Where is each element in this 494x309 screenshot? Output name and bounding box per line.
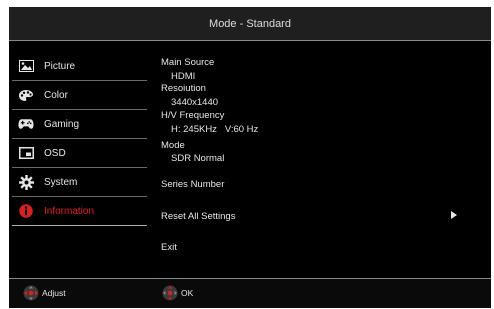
menu-item-label: System <box>44 176 78 188</box>
osd-footer: Adjust OK <box>9 278 491 308</box>
menu-item-system[interactable]: System <box>12 168 147 197</box>
menu-item-label: Color <box>44 89 68 101</box>
mode-label: Mode <box>161 140 185 151</box>
reset-all-settings-item[interactable]: Reset All Settings <box>161 211 471 222</box>
mode-value: SDR Normal <box>171 153 225 164</box>
osd-title-bar: Mode - Standard <box>9 7 491 41</box>
menu-item-gaming[interactable]: Gaming <box>12 110 147 139</box>
resolution-label: Resoiution <box>161 83 206 94</box>
main-source-value: HDMI <box>171 71 196 82</box>
osd-icon <box>18 146 34 160</box>
resolution-value: 3440x1440 <box>171 97 219 108</box>
dpad-horizontal-icon <box>23 285 39 301</box>
ok-label: OK <box>181 288 194 298</box>
mode-title: Mode - Standard <box>209 17 291 30</box>
menu-item-information[interactable]: Information <box>12 197 147 226</box>
exit-label: Exit <box>161 242 177 253</box>
menu-item-label: Picture <box>44 60 76 72</box>
adjust-label: Adjust <box>42 288 66 298</box>
chevron-right-icon <box>451 211 457 222</box>
dpad-press-icon <box>162 285 178 301</box>
adjust-hint: Adjust <box>23 285 66 301</box>
menu-item-color[interactable]: Color <box>12 81 147 110</box>
menu-item-label: OSD <box>44 147 66 159</box>
menu-item-picture[interactable]: Picture <box>12 52 147 81</box>
gamepad-icon <box>18 117 34 131</box>
osd-menu: Picture Color Gaming OSD System Informat… <box>12 52 147 226</box>
exit-item[interactable]: Exit <box>161 242 177 253</box>
ok-hint: OK <box>162 285 193 301</box>
info-icon <box>18 204 34 218</box>
menu-item-label: Gaming <box>44 118 80 130</box>
main-source-label: Main Source <box>161 57 215 68</box>
reset-all-settings-label: Reset All Settings <box>161 211 236 222</box>
palette-icon <box>18 88 34 102</box>
hv-frequency-label: H/V Frequency <box>161 110 225 121</box>
hv-frequency-value: H: 245KHz V:60 Hz <box>171 124 259 135</box>
menu-item-label: Information <box>44 205 95 217</box>
series-number-label: Series Number <box>161 179 225 190</box>
gear-icon <box>18 174 34 190</box>
osd-window: Mode - Standard Picture Color Gaming OSD <box>9 7 491 308</box>
picture-icon <box>18 59 34 73</box>
menu-item-osd[interactable]: OSD <box>12 139 147 168</box>
